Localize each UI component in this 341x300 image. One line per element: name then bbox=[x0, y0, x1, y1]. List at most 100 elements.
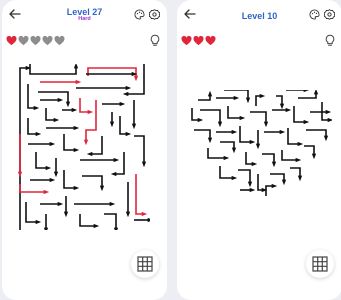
arrow-head-icon bbox=[75, 79, 82, 85]
maze-arrow[interactable] bbox=[63, 134, 76, 151]
arrow-head-icon bbox=[17, 171, 23, 178]
maze-arrow[interactable] bbox=[134, 135, 145, 164]
lives-hearts bbox=[181, 35, 216, 47]
arrow-head-icon bbox=[245, 97, 251, 104]
arrow-head-icon bbox=[109, 201, 116, 207]
arrow-head-icon bbox=[49, 141, 56, 147]
arrow-head-icon bbox=[231, 175, 238, 181]
maze-arrow[interactable] bbox=[27, 118, 38, 135]
arrow-head-icon bbox=[45, 165, 52, 171]
lightbulb-icon[interactable] bbox=[149, 34, 161, 47]
arrow-head-icon bbox=[207, 90, 213, 97]
grid-button[interactable] bbox=[131, 250, 159, 278]
arrow-head-icon bbox=[57, 97, 64, 103]
maze-arrow[interactable] bbox=[257, 174, 264, 191]
arrow-head-icon bbox=[93, 223, 100, 229]
palette-icon[interactable] bbox=[309, 9, 320, 20]
maze-arrow[interactable] bbox=[281, 150, 298, 161]
maze-arrow[interactable] bbox=[220, 141, 235, 150]
maze-arrow[interactable] bbox=[135, 174, 144, 215]
arrow-head-icon bbox=[73, 185, 80, 191]
heart-full-icon bbox=[6, 35, 17, 46]
maze-arrow[interactable] bbox=[191, 108, 200, 121]
arrow-head-icon bbox=[73, 64, 79, 69]
palette-icon[interactable] bbox=[134, 9, 145, 20]
arrow-head-icon bbox=[65, 101, 71, 108]
maze-arrow[interactable] bbox=[19, 184, 46, 193]
arrow-head-icon bbox=[271, 161, 277, 168]
arrow-head-icon bbox=[110, 171, 117, 177]
arrow-head-icon bbox=[83, 139, 89, 146]
arrow-head-icon bbox=[43, 189, 50, 195]
maze-arrow[interactable] bbox=[270, 173, 285, 182]
arrow-head-icon bbox=[35, 131, 42, 137]
lives-hearts bbox=[6, 35, 65, 47]
maze-arrow[interactable] bbox=[306, 129, 327, 138]
arrow-head-icon bbox=[303, 119, 310, 125]
maze-arrow[interactable] bbox=[194, 129, 211, 140]
arrow-head-icon bbox=[297, 141, 304, 147]
maze-arrow[interactable] bbox=[90, 136, 103, 155]
arrow-head-icon bbox=[197, 117, 204, 123]
arrow-head-icon bbox=[233, 95, 240, 101]
maze-arrow[interactable] bbox=[63, 170, 76, 189]
maze-arrow[interactable] bbox=[79, 98, 90, 113]
arrow-head-icon bbox=[113, 157, 120, 163]
arrow-head-icon bbox=[73, 125, 80, 131]
arrow-head-icon bbox=[125, 85, 132, 91]
maze-board[interactable] bbox=[16, 64, 150, 230]
arrow-head-icon bbox=[295, 157, 302, 163]
maze-arrow[interactable] bbox=[38, 91, 69, 104]
maze-arrow[interactable] bbox=[82, 175, 103, 188]
grid-button[interactable] bbox=[306, 250, 334, 278]
arrow-head-icon bbox=[125, 211, 131, 218]
maze-arrow[interactable] bbox=[27, 84, 36, 109]
maze-arrow[interactable] bbox=[293, 106, 306, 123]
maze-arrow[interactable] bbox=[114, 152, 125, 175]
maze-arrow[interactable] bbox=[250, 111, 267, 124]
heart-maze-board[interactable] bbox=[190, 90, 332, 200]
arrow-head-icon bbox=[53, 117, 60, 123]
maze-arrow[interactable] bbox=[104, 213, 117, 230]
maze-arrow[interactable] bbox=[79, 214, 96, 227]
maze-arrow[interactable] bbox=[198, 94, 211, 101]
maze-arrow[interactable] bbox=[29, 64, 77, 75]
arrow-head-icon bbox=[323, 135, 329, 142]
arrow-head-icon bbox=[311, 153, 317, 160]
maze-arrow[interactable] bbox=[245, 152, 254, 165]
arrow-head-icon bbox=[285, 107, 292, 113]
arrow-head-icon bbox=[325, 109, 332, 115]
arrow-head-icon bbox=[251, 161, 258, 167]
game-screen-level-27: Level 27 Hard bbox=[2, 0, 167, 300]
arrow-head-icon bbox=[297, 175, 303, 182]
maze-arrow[interactable] bbox=[119, 116, 128, 135]
arrow-head-icon bbox=[231, 147, 237, 154]
heart-empty-icon bbox=[54, 35, 65, 46]
arrow-head-icon bbox=[271, 183, 278, 189]
maze-arrow[interactable] bbox=[207, 148, 226, 159]
maze-arrow[interactable] bbox=[85, 100, 97, 142]
arrow-head-icon bbox=[249, 139, 256, 145]
maze-arrow[interactable] bbox=[200, 109, 221, 124]
arrow-head-icon bbox=[109, 121, 115, 128]
arrow-head-icon bbox=[122, 91, 129, 97]
arrow-head-icon bbox=[113, 227, 119, 230]
top-bar: Level 27 Hard bbox=[2, 0, 167, 30]
maze-arrow[interactable] bbox=[25, 202, 38, 223]
gear-icon[interactable] bbox=[324, 9, 335, 20]
maze-arrow[interactable] bbox=[87, 67, 137, 78]
arrow-head-icon bbox=[131, 123, 137, 130]
maze-arrow[interactable] bbox=[298, 92, 317, 99]
arrow-head-icon bbox=[327, 117, 332, 123]
maze-arrow[interactable] bbox=[287, 128, 300, 145]
grid-icon bbox=[312, 256, 328, 272]
arrow-head-icon bbox=[86, 151, 93, 157]
lightbulb-icon[interactable] bbox=[324, 34, 336, 47]
arrow-head-icon bbox=[247, 181, 253, 188]
arrow-head-icon bbox=[147, 217, 150, 223]
game-screen-level-10: Level 10 bbox=[177, 0, 341, 300]
maze-arrow[interactable] bbox=[35, 152, 48, 169]
maze-arrow[interactable] bbox=[239, 126, 252, 143]
arrow-head-icon bbox=[259, 93, 266, 99]
gear-icon[interactable] bbox=[149, 9, 160, 20]
